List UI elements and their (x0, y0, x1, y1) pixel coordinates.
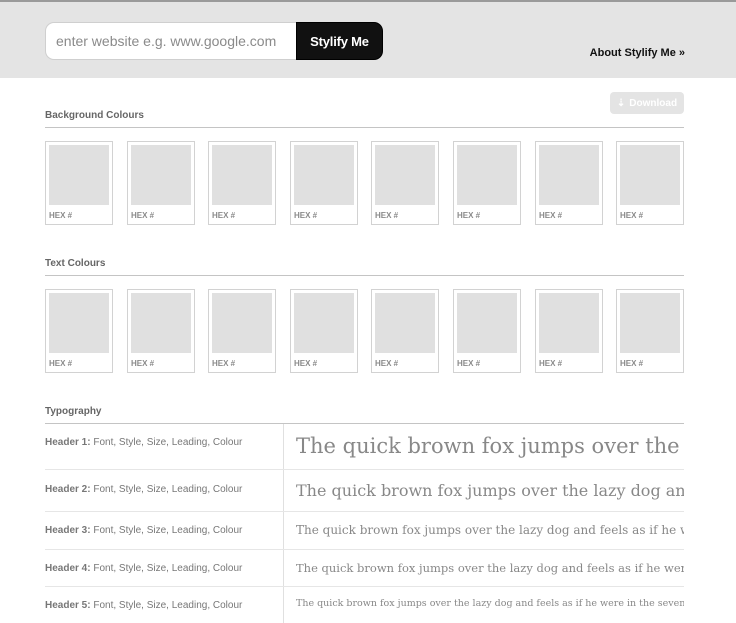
typography-sample-h2: The quick brown fox jumps over the lazy … (296, 481, 684, 500)
header-name: Header 2: (45, 484, 91, 495)
background-swatch: HEX # (371, 141, 439, 225)
text-swatch: HEX # (535, 289, 603, 373)
about-stylify-me-link[interactable]: About Stylify Me » (590, 47, 685, 59)
swatch-hex-label: HEX # (131, 359, 155, 368)
background-swatch: HEX # (453, 141, 521, 225)
search-form: Stylify Me (45, 22, 383, 60)
typography-row-header-5: Header 5: Font, Style, Size, Leading, Co… (45, 587, 684, 623)
text-swatch-row: HEX # HEX # HEX # HEX # HEX # HEX # HEX … (45, 289, 684, 375)
typography-row-header-2: Header 2: Font, Style, Size, Leading, Co… (45, 470, 684, 512)
swatch-color (294, 145, 354, 205)
background-colours-title: Background Colours (45, 110, 144, 121)
section-divider (45, 275, 684, 276)
text-colours-title: Text Colours (45, 258, 106, 269)
text-swatch: HEX # (208, 289, 276, 373)
typography-label: Header 3: Font, Style, Size, Leading, Co… (45, 525, 242, 536)
swatch-color (375, 293, 435, 353)
swatch-hex-label: HEX # (131, 211, 155, 220)
header-details: Font, Style, Size, Leading, Colour (93, 525, 243, 536)
swatch-color (49, 293, 109, 353)
stylify-me-button[interactable]: Stylify Me (296, 22, 383, 60)
swatch-hex-label: HEX # (212, 211, 236, 220)
text-swatch: HEX # (127, 289, 195, 373)
swatch-color (457, 145, 517, 205)
swatch-hex-label: HEX # (375, 211, 399, 220)
swatch-hex-label: HEX # (457, 211, 481, 220)
typography-label: Header 5: Font, Style, Size, Leading, Co… (45, 600, 242, 611)
typography-label: Header 1: Font, Style, Size, Leading, Co… (45, 437, 242, 448)
swatch-color (49, 145, 109, 205)
download-arrow-icon: ⇣ (616, 97, 626, 109)
background-swatch: HEX # (535, 141, 603, 225)
swatch-color (620, 145, 680, 205)
typography-row-header-1: Header 1: Font, Style, Size, Leading, Co… (45, 424, 684, 470)
swatch-color (212, 145, 272, 205)
swatch-color (131, 145, 191, 205)
background-swatch-row: HEX # HEX # HEX # HEX # HEX # HEX # HEX … (45, 141, 684, 227)
background-swatch: HEX # (208, 141, 276, 225)
header-name: Header 3: (45, 525, 91, 536)
text-swatch: HEX # (45, 289, 113, 373)
header-details: Font, Style, Size, Leading, Colour (93, 484, 243, 495)
swatch-color (131, 293, 191, 353)
swatch-hex-label: HEX # (620, 359, 644, 368)
swatch-color (457, 293, 517, 353)
swatch-hex-label: HEX # (294, 359, 318, 368)
header-name: Header 4: (45, 563, 91, 574)
text-swatch: HEX # (616, 289, 684, 373)
typography-sample-h1: The quick brown fox jumps over the lazy … (296, 434, 684, 458)
swatch-color (294, 293, 354, 353)
website-url-input[interactable] (45, 22, 297, 60)
swatch-color (539, 293, 599, 353)
background-swatch: HEX # (616, 141, 684, 225)
typography-sample-h5: The quick brown fox jumps over the lazy … (296, 598, 684, 609)
swatch-hex-label: HEX # (49, 359, 73, 368)
download-label: Download (629, 97, 678, 109)
swatch-hex-label: HEX # (212, 359, 236, 368)
section-divider (45, 127, 684, 128)
typography-sample-h3: The quick brown fox jumps over the lazy … (296, 523, 684, 537)
swatch-color (375, 145, 435, 205)
swatch-hex-label: HEX # (49, 211, 73, 220)
header-name: Header 1: (45, 437, 91, 448)
background-swatch: HEX # (45, 141, 113, 225)
swatch-color (620, 293, 680, 353)
header-bar: Stylify Me About Stylify Me » (0, 2, 736, 78)
background-swatch: HEX # (127, 141, 195, 225)
swatch-color (539, 145, 599, 205)
typography-label: Header 2: Font, Style, Size, Leading, Co… (45, 484, 242, 495)
header-details: Font, Style, Size, Leading, Colour (93, 563, 243, 574)
typography-sample-h4: The quick brown fox jumps over the lazy … (296, 561, 684, 575)
typography-label: Header 4: Font, Style, Size, Leading, Co… (45, 563, 242, 574)
header-details: Font, Style, Size, Leading, Colour (93, 600, 243, 611)
typography-row-header-3: Header 3: Font, Style, Size, Leading, Co… (45, 512, 684, 550)
text-swatch: HEX # (290, 289, 358, 373)
typography-row-header-4: Header 4: Font, Style, Size, Leading, Co… (45, 550, 684, 587)
download-button[interactable]: ⇣ Download (610, 92, 684, 114)
typography-title: Typography (45, 406, 102, 417)
swatch-hex-label: HEX # (375, 359, 399, 368)
swatch-hex-label: HEX # (457, 359, 481, 368)
header-name: Header 5: (45, 600, 91, 611)
swatch-hex-label: HEX # (294, 211, 318, 220)
swatch-color (212, 293, 272, 353)
text-swatch: HEX # (371, 289, 439, 373)
swatch-hex-label: HEX # (620, 211, 644, 220)
header-details: Font, Style, Size, Leading, Colour (93, 437, 243, 448)
swatch-hex-label: HEX # (539, 211, 563, 220)
swatch-hex-label: HEX # (539, 359, 563, 368)
background-swatch: HEX # (290, 141, 358, 225)
text-swatch: HEX # (453, 289, 521, 373)
